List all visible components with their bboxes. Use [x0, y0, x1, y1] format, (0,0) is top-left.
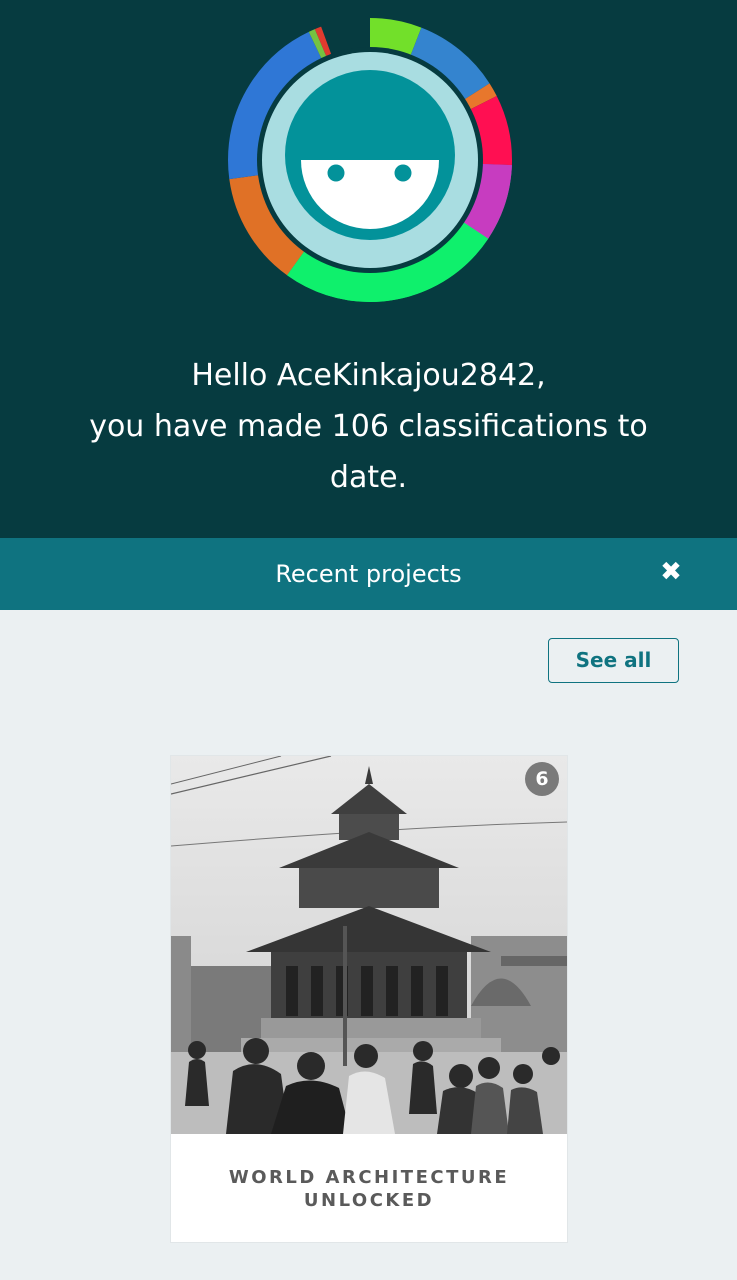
classification-count-badge: 6 [525, 762, 559, 796]
avatar[interactable] [225, 15, 515, 305]
greeting-line: Hello AceKinkajou2842, [191, 358, 546, 393]
classifications-line-end: date. [329, 460, 408, 495]
project-card[interactable]: 6 WORLD ARCHITECTURE UNLOCKED [171, 756, 567, 1242]
recent-projects-bar: Recent projects ✖ [0, 538, 737, 610]
project-title: WORLD ARCHITECTURE UNLOCKED [191, 1166, 547, 1212]
section-title: Recent projects [275, 560, 462, 588]
see-all-button[interactable]: See all [548, 638, 679, 683]
greeting-message: Hello AceKinkajou2842, you have made 106… [40, 350, 697, 503]
classifications-line: you have made 106 classifications to [89, 409, 648, 444]
smiley-avatar-icon [285, 70, 455, 240]
close-icon[interactable]: ✖ [655, 556, 687, 588]
profile-hero: Hello AceKinkajou2842, you have made 106… [0, 0, 737, 538]
classification-ring [225, 15, 515, 305]
project-title-line: UNLOCKED [303, 1190, 435, 1211]
project-title-line: WORLD ARCHITECTURE [228, 1167, 510, 1188]
project-image: 6 [171, 756, 567, 1134]
